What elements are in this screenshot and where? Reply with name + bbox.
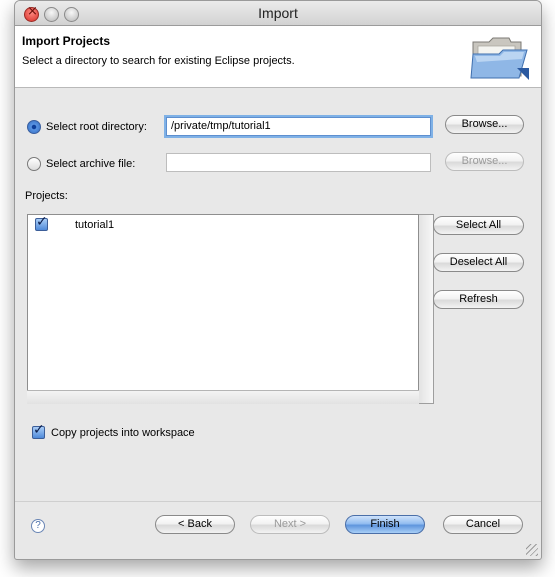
archive-file-input[interactable]: [166, 153, 431, 172]
copy-projects-label: Copy projects into workspace: [51, 427, 195, 439]
root-directory-input[interactable]: /private/tmp/tutorial1: [166, 117, 431, 136]
copy-projects-checkbox[interactable]: [32, 422, 45, 439]
back-button[interactable]: < Back: [155, 515, 235, 534]
archive-file-label: Select archive file:: [46, 158, 136, 170]
select-all-button[interactable]: Select All: [433, 216, 524, 235]
archive-file-radio[interactable]: [27, 157, 41, 171]
wizard-header: Import Projects Select a directory to se…: [15, 26, 541, 88]
next-button[interactable]: Next >: [250, 515, 330, 534]
import-dialog: Import Import Projects Select a director…: [14, 0, 542, 560]
projects-horizontal-scrollbar[interactable]: [27, 390, 419, 404]
projects-label: Projects:: [25, 190, 68, 202]
resize-grip-icon[interactable]: [526, 544, 538, 556]
folder-icon: [470, 37, 529, 80]
help-icon[interactable]: ?: [31, 519, 45, 533]
window-title: Import: [258, 5, 298, 21]
project-name: tutorial1: [75, 219, 115, 231]
footer-separator: [15, 501, 541, 502]
wizard-description: Select a directory to search for existin…: [22, 55, 295, 67]
list-item[interactable]: tutorial1: [28, 214, 404, 235]
root-directory-label: Select root directory:: [46, 121, 147, 133]
title-bar[interactable]: Import: [15, 1, 541, 26]
projects-list[interactable]: tutorial1: [27, 214, 419, 404]
refresh-button[interactable]: Refresh: [433, 290, 524, 309]
projects-vertical-scrollbar[interactable]: [419, 214, 434, 404]
finish-button[interactable]: Finish: [345, 515, 425, 534]
cancel-button[interactable]: Cancel: [443, 515, 523, 534]
project-checkbox[interactable]: [35, 214, 48, 231]
browse-root-button[interactable]: Browse...: [445, 115, 524, 134]
deselect-all-button[interactable]: Deselect All: [433, 253, 524, 272]
wizard-title: Import Projects: [22, 34, 111, 48]
root-directory-radio[interactable]: [27, 120, 41, 134]
browse-archive-button[interactable]: Browse...: [445, 152, 524, 171]
